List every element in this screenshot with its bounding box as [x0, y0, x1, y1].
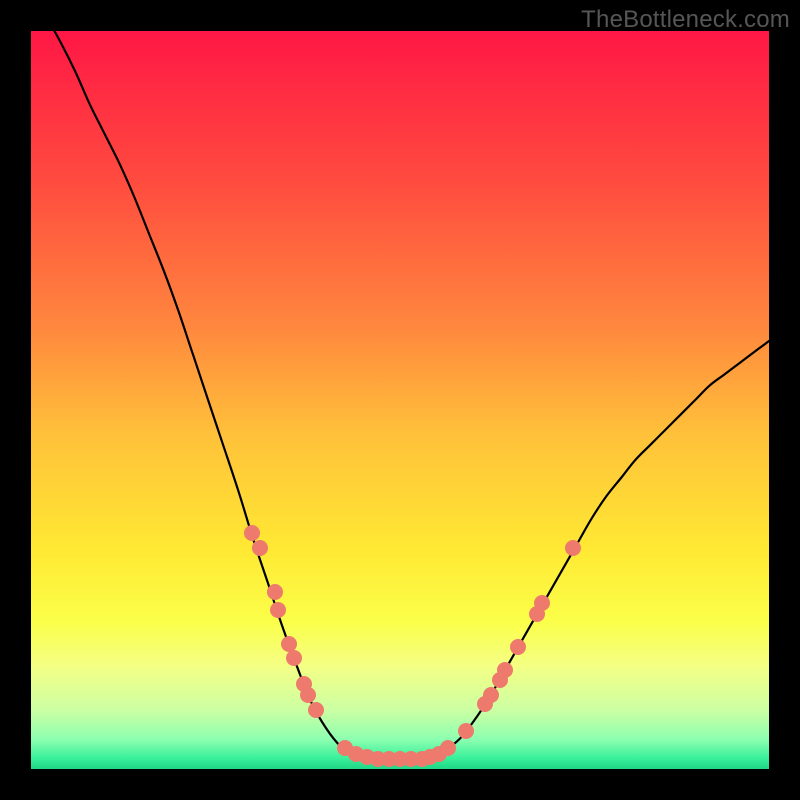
watermark-text: TheBottleneck.com	[581, 6, 790, 34]
chart-frame: TheBottleneck.com	[0, 0, 800, 800]
gradient-background	[31, 31, 769, 769]
plot-area	[31, 31, 769, 769]
data-marker	[252, 540, 268, 556]
data-marker	[458, 723, 474, 739]
data-marker	[565, 540, 581, 556]
data-marker	[244, 525, 260, 541]
data-marker	[440, 740, 456, 756]
data-marker	[300, 687, 316, 703]
data-marker	[270, 602, 286, 618]
data-marker	[308, 702, 324, 718]
chart-svg	[31, 31, 769, 769]
data-marker	[281, 636, 297, 652]
data-marker	[497, 662, 513, 678]
data-marker	[286, 650, 302, 666]
data-marker	[267, 584, 283, 600]
data-marker	[510, 639, 526, 655]
data-marker	[483, 687, 499, 703]
data-marker	[534, 595, 550, 611]
